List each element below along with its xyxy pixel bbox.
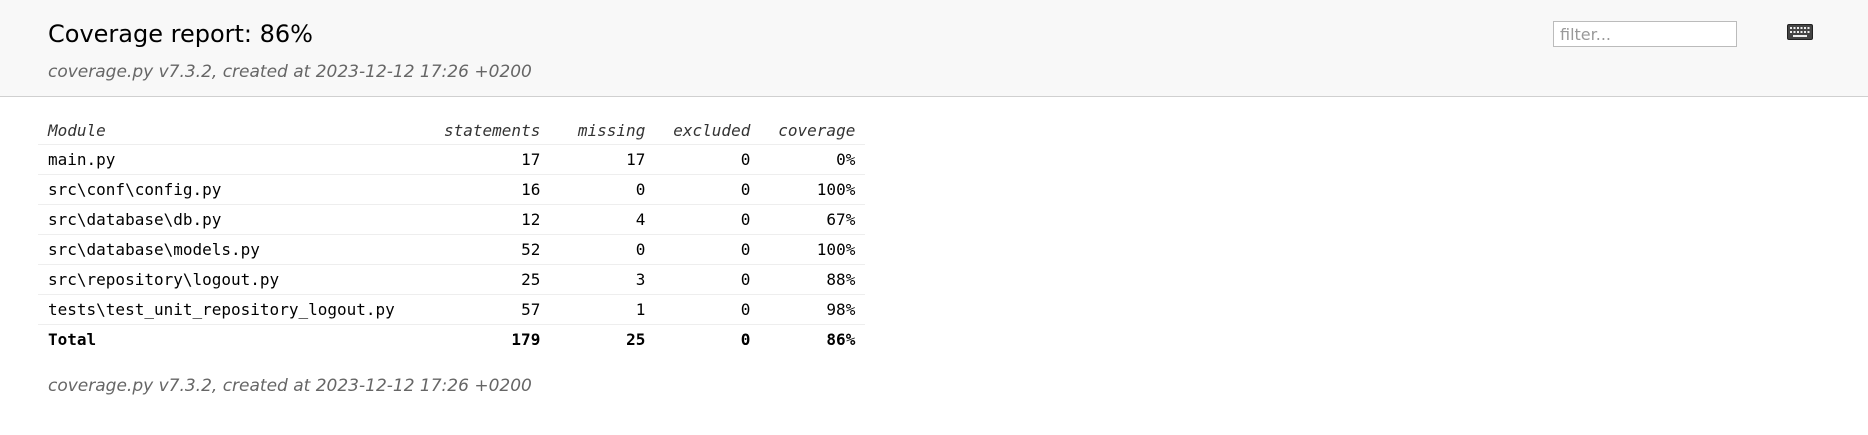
- missing-cell: 1: [550, 294, 656, 325]
- total-statements: 179: [511, 330, 541, 349]
- missing-cell: 3: [550, 264, 656, 295]
- table-row: src\repository\logout.py 25 3 0 88%: [38, 264, 866, 295]
- table-row: src\conf\config.py 16 0 0 100%: [38, 174, 866, 205]
- statements-cell: 17: [434, 144, 551, 175]
- table-row: main.py 17 17 0 0%: [38, 144, 866, 175]
- page-title: Coverage report: 86%: [48, 20, 313, 48]
- statements-cell: 52: [434, 234, 551, 265]
- module-link[interactable]: tests\test_unit_repository_logout.py: [38, 294, 434, 325]
- column-header-module[interactable]: Module: [38, 116, 434, 145]
- footer-created-info: coverage.py v7.3.2, created at 2023-12-1…: [48, 376, 532, 396]
- missing-cell: 4: [550, 204, 656, 235]
- column-header-coverage[interactable]: coverage: [760, 116, 866, 145]
- statements-cell: 57: [434, 294, 551, 325]
- statements-cell: 16: [434, 174, 551, 205]
- table-row: src\database\models.py 52 0 0 100%: [38, 234, 866, 265]
- excluded-cell: 0: [655, 264, 761, 295]
- statements-cell: 12: [434, 204, 551, 235]
- total-excluded: 0: [740, 330, 751, 349]
- missing-cell: 0: [550, 234, 656, 265]
- module-link[interactable]: src\repository\logout.py: [38, 264, 434, 295]
- excluded-cell: 0: [655, 144, 761, 175]
- coverage-cell: 100%: [760, 234, 866, 265]
- missing-cell: 0: [550, 174, 656, 205]
- missing-cell: 17: [550, 144, 656, 175]
- total-missing: 25: [626, 330, 646, 349]
- table-header-row: Module statements missing excluded cover…: [38, 116, 866, 145]
- excluded-cell: 0: [655, 204, 761, 235]
- column-header-statements[interactable]: statements: [434, 116, 551, 145]
- module-link[interactable]: src\conf\config.py: [38, 174, 434, 205]
- coverage-cell: 100%: [760, 174, 866, 205]
- total-row: Total 179 25 0 86%: [38, 325, 865, 355]
- statements-cell: 25: [434, 264, 551, 295]
- excluded-cell: 0: [655, 294, 761, 325]
- coverage-cell: 88%: [760, 264, 866, 295]
- coverage-cell: 0%: [760, 144, 866, 175]
- coverage-cell: 67%: [760, 204, 866, 235]
- excluded-cell: 0: [655, 234, 761, 265]
- table-row: tests\test_unit_repository_logout.py 57 …: [38, 294, 866, 325]
- coverage-table: Module statements missing excluded cover…: [38, 116, 866, 355]
- created-info: coverage.py v7.3.2, created at 2023-12-1…: [48, 62, 532, 82]
- module-link[interactable]: main.py: [38, 144, 434, 175]
- table-row: src\database\db.py 12 4 0 67%: [38, 204, 866, 235]
- filter-input[interactable]: [1553, 21, 1737, 47]
- keyboard-icon[interactable]: [1787, 24, 1813, 40]
- column-header-excluded[interactable]: excluded: [655, 116, 761, 145]
- excluded-cell: 0: [655, 174, 761, 205]
- column-header-missing[interactable]: missing: [550, 116, 656, 145]
- coverage-cell: 98%: [760, 294, 866, 325]
- module-link[interactable]: src\database\db.py: [38, 204, 434, 235]
- report-header: Coverage report: 86% coverage.py v7.3.2,…: [0, 0, 1868, 97]
- total-label: Total: [48, 330, 97, 349]
- total-coverage: 86%: [826, 330, 856, 349]
- module-link[interactable]: src\database\models.py: [38, 234, 434, 265]
